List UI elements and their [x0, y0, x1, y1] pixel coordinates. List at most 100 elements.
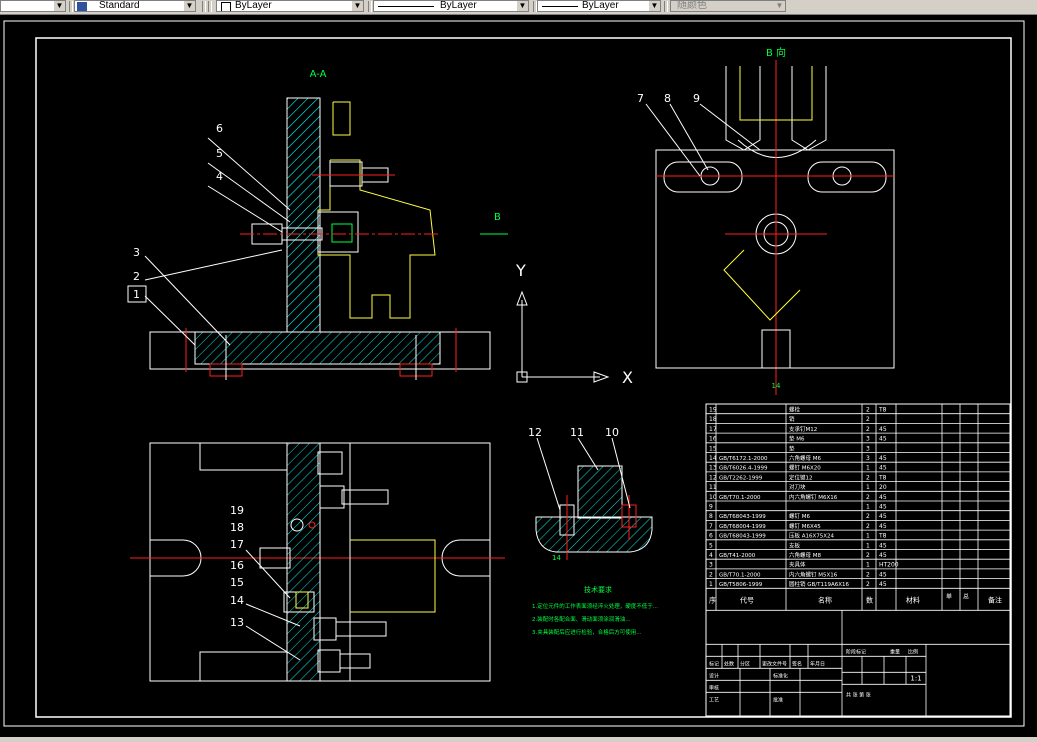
- bom-cell-qty: 3: [866, 436, 870, 443]
- separator: [208, 1, 212, 12]
- bom-cell-qty: 2: [866, 426, 870, 433]
- title-block-scale: 比例: [908, 648, 918, 655]
- linetype-selector[interactable]: ByLayer ▼: [373, 0, 529, 12]
- layer-selector[interactable]: ByLayer ▼: [216, 0, 364, 12]
- bom-cell-no: 17: [709, 426, 717, 433]
- bom-cell-material: 45: [879, 436, 887, 443]
- callout-3: 3: [133, 246, 140, 259]
- bom-cell-no: 7: [709, 523, 713, 530]
- bom-cell-name: 支承钉M12: [789, 425, 817, 433]
- callout-4: 4: [216, 170, 223, 183]
- callout-9: 9: [693, 92, 700, 105]
- bom-cell-qty: 3: [866, 445, 870, 452]
- bom-cell-material: 20: [879, 484, 887, 491]
- bom-cell-name: 螺栓: [789, 406, 801, 414]
- drawing-canvas[interactable]: A-A 6 5 4 3 2 1 B Y X B 向 14 7 8 9 19 18…: [0, 15, 1037, 737]
- bom-header-material: 材料: [906, 595, 920, 604]
- bom-cell-no: 6: [709, 533, 713, 540]
- bom-cell-qty: 2: [866, 523, 870, 530]
- bom-cell-name: 定位键12: [789, 473, 813, 481]
- tech-req-line-2: 2.装配时各配合面、滑动面须涂润滑油...: [532, 615, 631, 623]
- bom-cell-name: 六角螺母 M8: [789, 551, 821, 559]
- bom-cell-qty: 2: [866, 494, 870, 501]
- bom-cell-name: 夹具体: [789, 561, 806, 569]
- title-block-weight: 重量: [890, 648, 900, 655]
- callout-10: 10: [605, 426, 619, 439]
- bom-cell-material: T8: [878, 407, 887, 414]
- title-block-label: 标记: [709, 660, 719, 667]
- linetype-label: ByLayer: [440, 0, 477, 11]
- bom-cell-qty: 1: [866, 542, 870, 549]
- view-b-label: B 向: [766, 46, 786, 59]
- dim-text: 14: [552, 554, 561, 562]
- bom-cell-qty: 2: [866, 571, 870, 578]
- bom-cell-name: 内六角螺钉 M5X16: [789, 570, 838, 578]
- separator: [368, 1, 372, 12]
- bom-cell-code: GB/T68043-1999: [719, 534, 766, 540]
- chevron-down-icon[interactable]: ▼: [517, 1, 528, 11]
- chevron-down-icon[interactable]: ▼: [649, 1, 660, 11]
- arrow-b-label: B: [494, 212, 501, 223]
- bom-cell-qty: 3: [866, 455, 870, 462]
- bom-cell-code: GB/T41-2000: [719, 553, 756, 559]
- bom-cell-qty: 2: [866, 513, 870, 520]
- callout-17: 17: [230, 538, 244, 551]
- bom-cell-name: 垫: [789, 444, 795, 452]
- title-block-label: 处数: [724, 660, 734, 667]
- bom-cell-material: 45: [879, 542, 887, 549]
- bom-cell-no: 2: [709, 571, 713, 578]
- bom-header-no: 序: [709, 595, 716, 604]
- bom-cell-name: 销: [789, 415, 795, 423]
- bom-cell-name: 螺钉 M6X20: [789, 464, 821, 472]
- bom-cell-material: 45: [879, 426, 887, 433]
- title-block-label: 签名: [792, 660, 802, 667]
- title-block-design: 设计: [709, 672, 719, 679]
- chevron-down-icon[interactable]: ▼: [774, 1, 785, 11]
- cad-drawing[interactable]: A-A 6 5 4 3 2 1 B Y X B 向 14 7 8 9 19 18…: [0, 15, 1037, 737]
- properties-toolbar: ▼ Standard ▼ ByLayer ▼ ByLayer ▼ ByLayer…: [0, 0, 1037, 15]
- lineweight-selector[interactable]: ByLayer ▼: [537, 0, 661, 12]
- color-selector[interactable]: 随颜色 ▼: [670, 0, 786, 12]
- bom-cell-no: 15: [709, 445, 717, 452]
- chevron-down-icon[interactable]: ▼: [54, 1, 65, 11]
- separator: [69, 1, 73, 12]
- linetype-sample-icon: [378, 6, 434, 7]
- callout-6: 6: [216, 122, 223, 135]
- bom-cell-code: GB/T68043-1999: [719, 514, 766, 520]
- title-block-craft: 工艺: [709, 697, 719, 703]
- bom-cell-code: GB/T5806-1999: [719, 582, 763, 588]
- chevron-down-icon[interactable]: ▼: [184, 1, 195, 11]
- bom-cell-material: T8: [878, 474, 887, 481]
- title-block-approve: 批准: [773, 696, 783, 703]
- bom-cell-no: 1: [709, 581, 713, 588]
- tech-req-title: 技术要求: [584, 585, 612, 594]
- bom-cell-name: 螺钉 M6: [789, 512, 810, 520]
- layer-color-swatch-icon: [221, 2, 231, 11]
- bom-cell-no: 18: [709, 416, 717, 423]
- bom-cell-material: 45: [879, 581, 887, 588]
- bom-header-total-weight: 总: [963, 592, 969, 600]
- bom-cell-no: 9: [709, 504, 713, 511]
- bom-cell-name: 对刀块: [789, 483, 806, 491]
- chevron-down-icon[interactable]: ▼: [352, 1, 363, 11]
- bom-cell-no: 12: [709, 474, 717, 481]
- textstyle-selector[interactable]: Standard ▼: [74, 0, 196, 12]
- callout-8: 8: [664, 92, 671, 105]
- status-bar: [0, 737, 1037, 742]
- bom-header-unit-weight: 单: [946, 592, 952, 600]
- textstyle-selector-left[interactable]: ▼: [0, 0, 66, 12]
- bom-cell-qty: 1: [866, 465, 870, 472]
- callout-12: 12: [528, 426, 542, 439]
- setting-block: [577, 465, 623, 519]
- title-block-scale-value: 1:1: [910, 674, 921, 682]
- bom-cell-name: 压板 A16X75X24: [789, 532, 835, 540]
- callout-16: 16: [230, 559, 244, 572]
- axis-y-label: Y: [515, 261, 526, 280]
- callout-11: 11: [570, 426, 584, 439]
- bom-header-code: 代号: [740, 595, 754, 604]
- bom-cell-name: 支板: [789, 541, 801, 549]
- title-block-standard: 标准化: [773, 672, 788, 679]
- bom-cell-code: GB/T2262-1999: [719, 475, 763, 481]
- bom-cell-qty: 2: [866, 581, 870, 588]
- lineweight-label: ByLayer: [582, 0, 619, 11]
